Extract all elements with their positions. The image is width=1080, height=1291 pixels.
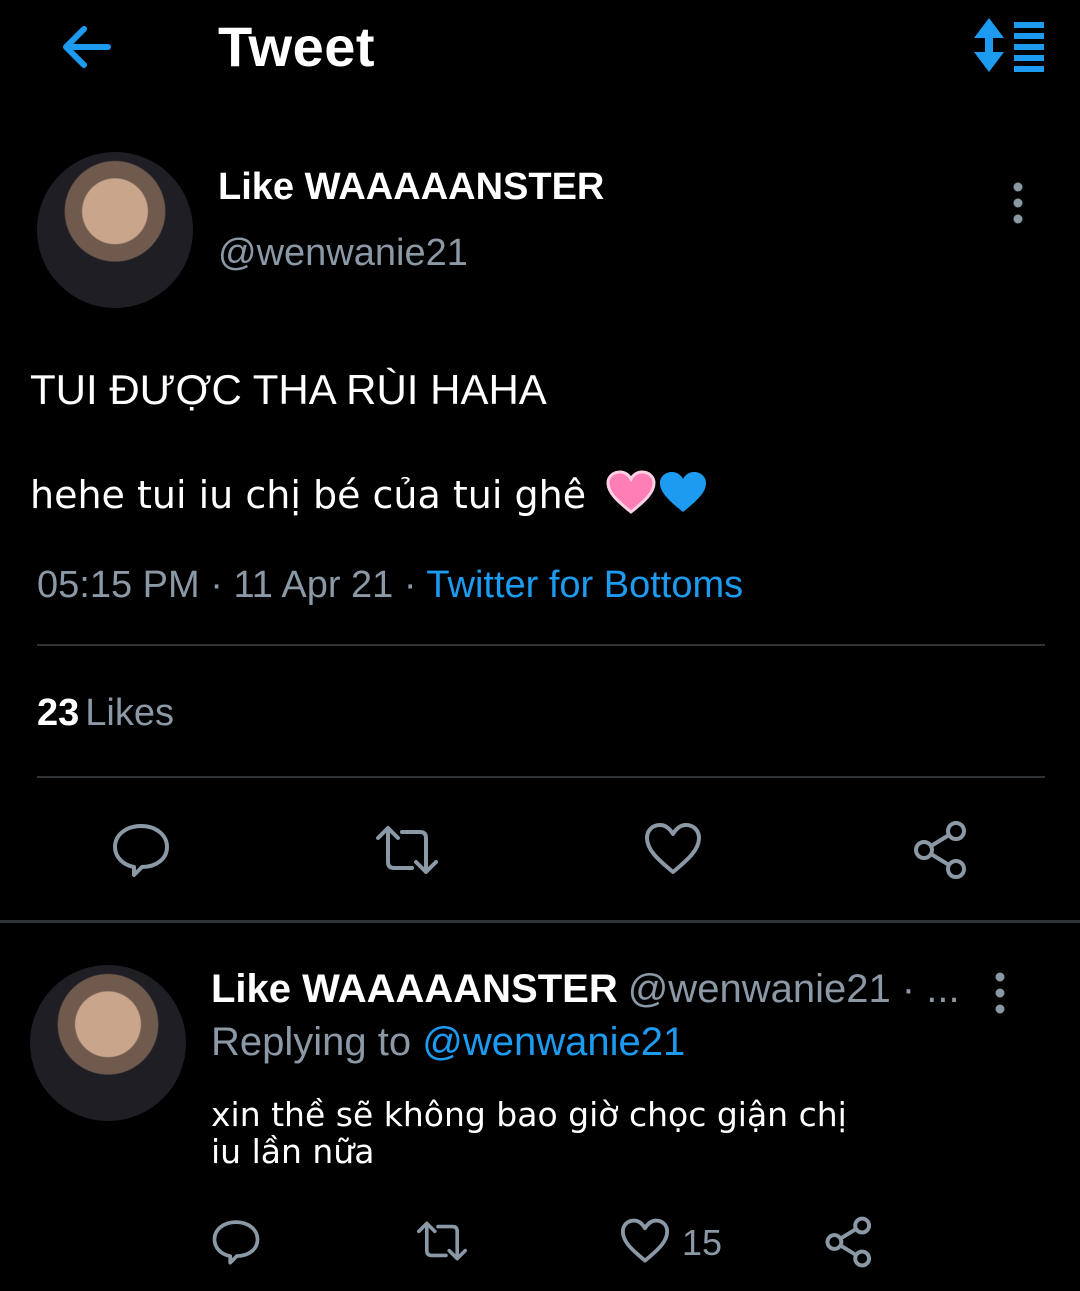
likes-stat[interactable]: 23 Likes [37, 692, 174, 735]
sort-icon [974, 18, 1044, 72]
divider [37, 644, 1045, 646]
reply-icon [212, 1220, 260, 1265]
reply-like-count: 15 [682, 1222, 723, 1263]
pink-heart-icon [606, 470, 656, 514]
heart-icon [620, 1218, 670, 1263]
likes-count: 23 [37, 692, 80, 734]
reply-share-button[interactable] [824, 1216, 876, 1268]
author-handle[interactable]: @wenwanie21 [218, 232, 468, 275]
share-icon [914, 821, 966, 879]
tweet-time: 05:15 PM [37, 564, 200, 606]
divider [37, 776, 1045, 778]
sort-button[interactable] [970, 16, 1048, 74]
replying-prefix: Replying to [211, 1020, 423, 1064]
arrow-left-icon [63, 26, 111, 68]
heart-icon [645, 823, 701, 874]
separator: · [199, 564, 234, 606]
back-button[interactable] [58, 22, 114, 72]
reply-text: xin thề sẽ không bao giờ chọc giận chị i… [211, 1095, 847, 1171]
reply-author-handle[interactable]: @wenwanie21 · ... [628, 967, 960, 1011]
tweet-text-line2: hehe tui iu chị bé của tui ghê [30, 470, 708, 517]
blue-heart-icon [658, 470, 708, 514]
share-button[interactable] [912, 820, 972, 880]
reply-avatar[interactable] [30, 965, 186, 1121]
reply-more-options-button[interactable] [978, 970, 1022, 1018]
share-icon [825, 1216, 872, 1268]
replying-to: Replying to @wenwanie21 [211, 1020, 685, 1065]
like-button[interactable] [644, 822, 702, 876]
reply-header: Like WAAAAANSTER @wenwanie21 · ... [211, 967, 960, 1012]
author-name[interactable]: Like WAAAAANSTER [218, 166, 604, 209]
replying-to-link[interactable]: @wenwanie21 [422, 1020, 685, 1064]
tweet-date: 11 Apr 21 [233, 564, 394, 606]
retweet-icon [376, 826, 438, 874]
reply-button[interactable] [112, 822, 170, 878]
likes-label: Likes [85, 692, 174, 734]
retweet-button[interactable] [372, 822, 442, 878]
reply-reply-button[interactable] [212, 1218, 260, 1266]
reply-like-button[interactable] [620, 1218, 670, 1264]
more-vertical-icon [995, 972, 1005, 1014]
reply-retweet-button[interactable] [414, 1218, 470, 1264]
retweet-icon [417, 1221, 467, 1261]
tweet-source-link[interactable]: Twitter for Bottoms [426, 564, 743, 606]
reply-icon [113, 824, 169, 877]
tweet-text-line2-text: hehe tui iu chị bé của tui ghê [30, 473, 587, 517]
more-vertical-icon [1013, 182, 1023, 224]
section-divider [0, 920, 1080, 923]
separator: · [393, 564, 427, 606]
tweet-meta: 05:15 PM · 11 Apr 21 · Twitter for Botto… [37, 564, 743, 607]
tweet-text-line1: TUI ĐƯỢC THA RÙI HAHA [30, 366, 547, 413]
reply-author-name[interactable]: Like WAAAAANSTER [211, 967, 618, 1011]
avatar[interactable] [37, 152, 193, 308]
more-options-button[interactable] [996, 180, 1040, 228]
page-title: Tweet [218, 15, 376, 78]
